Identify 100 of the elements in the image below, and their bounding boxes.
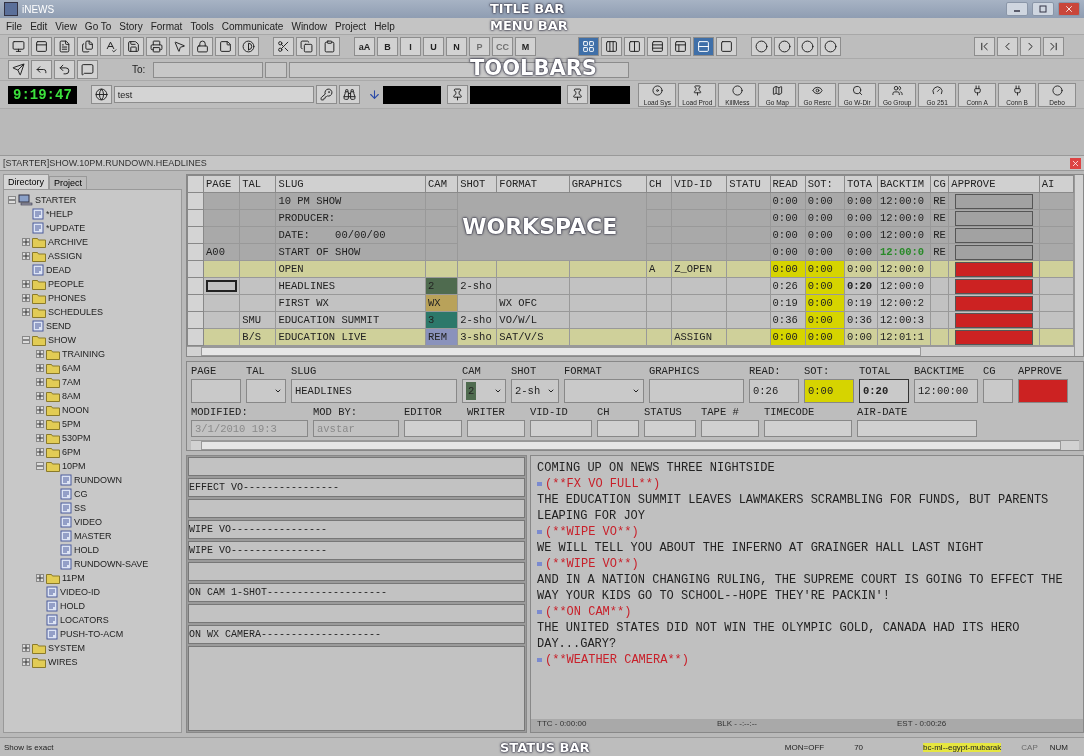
- menu-item[interactable]: File: [2, 20, 27, 32]
- column-header[interactable]: SOT:: [805, 175, 845, 193]
- toolbar-button[interactable]: [90, 85, 112, 104]
- text-field[interactable]: [191, 379, 241, 403]
- text-field[interactable]: [764, 420, 852, 437]
- expand-toggle[interactable]: [36, 364, 44, 372]
- column-header[interactable]: FORMAT: [496, 175, 570, 193]
- format-button[interactable]: U: [423, 37, 444, 56]
- tree-item[interactable]: DEAD: [46, 265, 71, 275]
- toolbar-button[interactable]: [716, 37, 737, 56]
- toolbar-button[interactable]: [797, 37, 818, 56]
- toolbar-button[interactable]: [8, 37, 29, 56]
- cue-row[interactable]: [188, 562, 525, 581]
- cue-row[interactable]: EFFECT VO----------------: [188, 478, 525, 497]
- text-field[interactable]: [644, 420, 696, 437]
- maximize-button[interactable]: [1032, 2, 1054, 16]
- text-field[interactable]: HEADLINES: [291, 379, 457, 403]
- toolbar-button[interactable]: [446, 85, 468, 104]
- format-button[interactable]: M: [515, 37, 536, 56]
- to-field[interactable]: [153, 61, 264, 78]
- tree-item[interactable]: HOLD: [74, 545, 99, 555]
- column-header[interactable]: READ: [770, 175, 806, 193]
- tree-item[interactable]: SCHEDULES: [48, 307, 103, 317]
- toolbar-button[interactable]: [215, 37, 236, 56]
- expand-toggle[interactable]: [22, 644, 30, 652]
- format-button[interactable]: aA: [354, 37, 375, 56]
- text-field[interactable]: [404, 420, 462, 437]
- close-button[interactable]: [1070, 157, 1081, 169]
- column-header[interactable]: AI: [1039, 175, 1074, 193]
- toolbar-button[interactable]: [567, 85, 589, 104]
- tree-item[interactable]: 8AM: [62, 391, 81, 401]
- column-header[interactable]: STATU: [726, 175, 771, 193]
- menu-item[interactable]: Go To: [80, 20, 116, 32]
- horizontal-scrollbar[interactable]: [187, 346, 1074, 356]
- text-field[interactable]: [467, 420, 525, 437]
- expand-toggle[interactable]: [22, 294, 30, 302]
- toolbar-button[interactable]: [647, 37, 668, 56]
- expand-toggle[interactable]: [36, 574, 44, 582]
- menu-item[interactable]: View: [51, 20, 81, 32]
- tree-item[interactable]: STARTER: [35, 195, 77, 205]
- menu-item[interactable]: Window: [287, 20, 331, 32]
- tree-item[interactable]: PUSH-TO-ACM: [60, 629, 124, 639]
- menu-item[interactable]: Tools: [186, 20, 218, 32]
- toolbar-button[interactable]: [8, 60, 29, 79]
- expand-toggle[interactable]: [36, 378, 44, 386]
- small-field[interactable]: [265, 61, 288, 78]
- column-header[interactable]: SHOT: [457, 175, 497, 193]
- tree-item[interactable]: 10PM: [62, 461, 86, 471]
- expand-toggle[interactable]: [22, 308, 30, 316]
- toolbar-button[interactable]: [338, 85, 360, 104]
- menu-item[interactable]: Help: [370, 20, 399, 32]
- tree-item[interactable]: RUNDOWN: [74, 475, 122, 485]
- collapse-toggle[interactable]: [8, 196, 16, 204]
- tree-item[interactable]: ARCHIVE: [48, 237, 88, 247]
- cue-row[interactable]: [188, 457, 525, 476]
- tree-item[interactable]: VIDEO: [74, 517, 102, 527]
- cue-row[interactable]: [188, 604, 525, 623]
- tree-item[interactable]: 7AM: [62, 377, 81, 387]
- collapse-toggle[interactable]: [36, 462, 44, 470]
- toolbar-button[interactable]: [774, 37, 795, 56]
- horizontal-scrollbar[interactable]: [191, 440, 1079, 450]
- tree-item[interactable]: SS: [74, 503, 86, 513]
- tree-item[interactable]: ASSIGN: [48, 251, 82, 261]
- tree-item[interactable]: NOON: [62, 405, 89, 415]
- column-header[interactable]: PAGE: [203, 175, 240, 193]
- tree-item[interactable]: TRAINING: [62, 349, 105, 359]
- tree-item[interactable]: RUNDOWN-SAVE: [74, 559, 149, 569]
- cue-row[interactable]: [188, 499, 525, 518]
- cue-row[interactable]: WIPE VO----------------: [188, 520, 525, 539]
- toolbar-button[interactable]: [77, 60, 98, 79]
- tree-item[interactable]: *UPDATE: [46, 223, 86, 233]
- toolbar-button[interactable]: [123, 37, 144, 56]
- text-field[interactable]: 12:00:00: [914, 379, 978, 403]
- toolbar-button[interactable]: [693, 37, 714, 56]
- expand-toggle[interactable]: [22, 280, 30, 288]
- text-field[interactable]: [597, 420, 639, 437]
- format-button[interactable]: I: [400, 37, 421, 56]
- column-header[interactable]: VID-ID: [671, 175, 727, 193]
- tree-item[interactable]: WIRES: [48, 657, 78, 667]
- text-field[interactable]: [649, 379, 744, 403]
- text-field[interactable]: [530, 420, 592, 437]
- tree-item[interactable]: 6AM: [62, 363, 81, 373]
- expand-toggle[interactable]: [36, 392, 44, 400]
- text-field[interactable]: 0:00: [804, 379, 854, 403]
- format-button[interactable]: B: [377, 37, 398, 56]
- search-field[interactable]: test: [113, 86, 314, 103]
- collapse-toggle[interactable]: [22, 336, 30, 344]
- expand-toggle[interactable]: [36, 406, 44, 414]
- tree-item[interactable]: *HELP: [46, 209, 73, 219]
- tab[interactable]: Project: [49, 176, 88, 189]
- expand-toggle[interactable]: [36, 350, 44, 358]
- menu-item[interactable]: Project: [331, 20, 371, 32]
- text-field[interactable]: 0:20: [859, 379, 909, 403]
- menu-item[interactable]: Story: [115, 20, 147, 32]
- tab[interactable]: Directory: [3, 174, 49, 189]
- text-field[interactable]: [701, 420, 759, 437]
- tree-item[interactable]: 6PM: [62, 447, 81, 457]
- column-header[interactable]: CAM: [425, 175, 458, 193]
- tree-item[interactable]: HOLD: [60, 601, 85, 611]
- tree-item[interactable]: MASTER: [74, 531, 112, 541]
